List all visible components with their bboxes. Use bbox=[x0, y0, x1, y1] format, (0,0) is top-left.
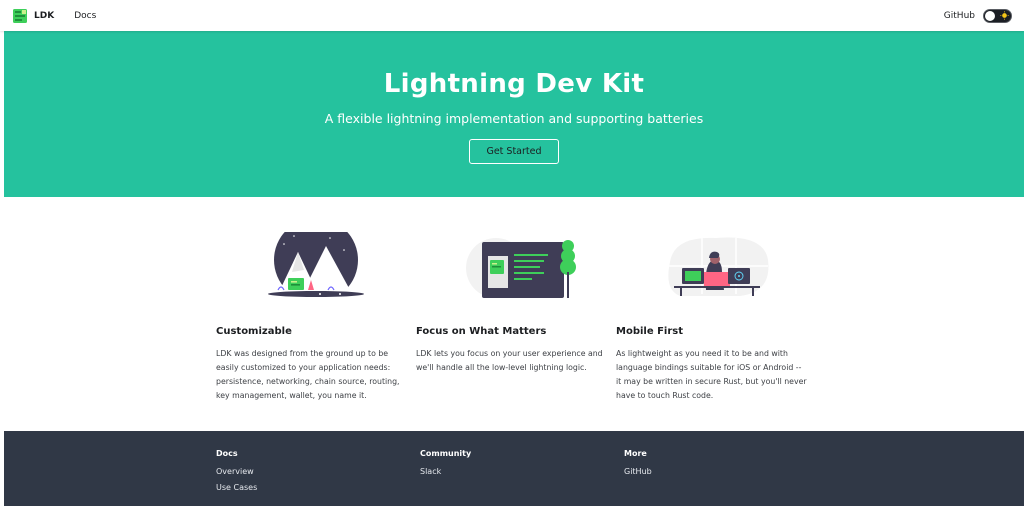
footer-link-use-cases[interactable]: Use Cases bbox=[216, 483, 420, 492]
brand-title: LDK bbox=[34, 10, 55, 21]
feature-mobile: Mobile First As lightweight as you need … bbox=[616, 232, 816, 403]
footer-column-docs: Docs Overview Use Cases bbox=[216, 449, 420, 492]
footer-heading: More bbox=[624, 449, 647, 458]
ldk-logo-icon bbox=[13, 8, 27, 23]
monitor-illustration bbox=[466, 238, 576, 298]
footer-column-more: More GitHub bbox=[624, 449, 828, 492]
feature-customizable: Customizable LDK was designed from the g… bbox=[216, 232, 416, 403]
toggle-knob bbox=[985, 10, 995, 21]
footer-columns: Docs Overview Use Cases Community Slack … bbox=[216, 449, 828, 492]
theme-toggle[interactable] bbox=[983, 8, 1012, 23]
feature-description: LDK was designed from the ground up to b… bbox=[216, 349, 400, 400]
navbar-right: GitHub bbox=[944, 8, 1012, 23]
feature-title: Customizable bbox=[216, 326, 292, 337]
feature-description: LDK lets you focus on your user experien… bbox=[416, 349, 603, 372]
footer-link-github[interactable]: GitHub bbox=[624, 467, 828, 476]
feature-focus: Focus on What Matters LDK lets you focus… bbox=[416, 232, 616, 403]
footer: Docs Overview Use Cases Community Slack … bbox=[4, 431, 1024, 506]
feature-title: Mobile First bbox=[616, 326, 684, 337]
feature-illustration bbox=[216, 232, 416, 304]
hero-subtitle: A flexible lightning implementation and … bbox=[324, 111, 704, 126]
brand-link[interactable]: LDK bbox=[12, 8, 54, 24]
nav-link-github[interactable]: GitHub bbox=[944, 11, 975, 21]
get-started-button[interactable]: Get Started bbox=[469, 139, 559, 164]
footer-heading: Community bbox=[420, 449, 472, 458]
feature-description: As lightweight as you need it to be and … bbox=[616, 349, 807, 400]
sun-icon bbox=[999, 11, 1009, 21]
hero-banner: Lightning Dev Kit A flexible lightning i… bbox=[4, 31, 1024, 197]
hero-title: Lightning Dev Kit bbox=[383, 69, 645, 99]
feature-title: Focus on What Matters bbox=[416, 326, 547, 337]
nav-link-docs[interactable]: Docs bbox=[74, 11, 96, 21]
footer-link-slack[interactable]: Slack bbox=[420, 467, 624, 476]
footer-link-overview[interactable]: Overview bbox=[216, 467, 420, 476]
navbar: LDK Docs GitHub bbox=[0, 0, 1024, 31]
feature-illustration bbox=[416, 232, 616, 304]
mountain-illustration bbox=[264, 232, 368, 304]
feature-illustration bbox=[616, 232, 816, 304]
features-section: Customizable LDK was designed from the g… bbox=[216, 232, 816, 403]
footer-column-community: Community Slack bbox=[420, 449, 624, 492]
footer-heading: Docs bbox=[216, 449, 238, 458]
desk-illustration bbox=[668, 237, 769, 296]
